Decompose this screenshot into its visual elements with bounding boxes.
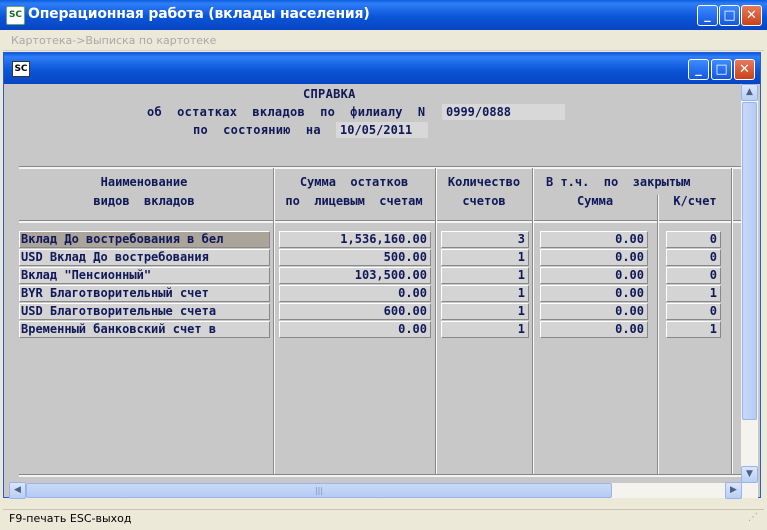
branch-number: 0999/0888 — [442, 104, 565, 120]
horizontal-scroll-thumb[interactable]: ||| — [26, 483, 612, 498]
col-divider-5 — [731, 168, 733, 474]
row-sum: 103,500.00 — [279, 267, 431, 284]
scroll-right-icon[interactable]: ▶ — [725, 482, 742, 499]
scroll-down-icon[interactable]: ▼ — [741, 466, 758, 483]
scroll-left-icon[interactable]: ◀ — [9, 482, 26, 499]
row-closed-sum: 0.00 — [540, 249, 648, 266]
row-name[interactable]: Временный банковский счет в — [19, 321, 270, 338]
row-name[interactable]: Вклад "Пенсионный" — [19, 267, 270, 284]
col-header-sum-1: Сумма остатков — [299, 175, 409, 189]
horizontal-scrollbar[interactable]: ◀ ||| ▶ — [9, 482, 742, 499]
col-header-closed: В т.ч. по закрытым — [546, 175, 691, 189]
header-bottom-line — [19, 220, 742, 223]
row-count: 1 — [441, 285, 529, 302]
col-header-sum-2: по лицевым счетам — [285, 194, 423, 208]
report-subtitle: об остатках вкладов по филиалу N — [147, 105, 426, 119]
scroll-up-icon[interactable]: ▲ — [741, 84, 758, 101]
row-count: 1 — [441, 249, 529, 266]
row-closed-sum: 0.00 — [540, 303, 648, 320]
row-closed-count: 0 — [666, 231, 721, 248]
main-window: SC Операционная работа (вклады населения… — [0, 0, 767, 530]
row-sum: 500.00 — [279, 249, 431, 266]
inner-title-bar[interactable]: SC _ □ ✕ — [4, 53, 760, 84]
f9-hint: -печать — [22, 512, 70, 525]
row-count: 1 — [441, 303, 529, 320]
date-label: по состоянию на — [193, 123, 321, 137]
row-closed-sum: 0.00 — [540, 285, 648, 302]
report-window: SC _ □ ✕ СПРАВКА об остатках вкладов по … — [3, 52, 761, 499]
esc-hint: -выход — [91, 512, 132, 525]
status-bar: F9-печать ESC-выход ⋰ — [3, 509, 764, 527]
close-button[interactable]: ✕ — [741, 5, 762, 26]
report-date: 10/05/2011 — [336, 122, 428, 138]
row-closed-sum: 0.00 — [540, 321, 648, 338]
row-closed-sum: 0.00 — [540, 231, 648, 248]
row-closed-count: 0 — [666, 249, 721, 266]
inner-app-icon: SC — [12, 61, 30, 77]
col-header-name-2: видов вкладов — [93, 194, 195, 208]
col-divider-4 — [657, 195, 659, 474]
col-header-count-1: Количество — [447, 175, 521, 189]
col-header-count-2: счетов — [462, 194, 506, 208]
header-top-line — [19, 166, 742, 169]
table-bottom-line — [19, 474, 742, 477]
col-header-name-1: Наименование — [100, 175, 188, 189]
row-closed-count: 0 — [666, 303, 721, 320]
report-heading: СПРАВКА — [303, 87, 356, 101]
col-divider-3 — [532, 168, 534, 474]
row-name[interactable]: BYR Благотворительный счет — [19, 285, 270, 302]
row-closed-sum: 0.00 — [540, 267, 648, 284]
app-icon: SC — [6, 6, 25, 25]
row-sum: 0.00 — [279, 285, 431, 302]
esc-key: ESC — [69, 512, 92, 525]
col-divider-2 — [435, 168, 437, 474]
col-header-closed-count: К/счет — [673, 194, 717, 208]
vertical-scrollbar[interactable]: ▲ ▼ — [741, 84, 758, 498]
row-sum: 0.00 — [279, 321, 431, 338]
breadcrumb: Картотека->Выписка по картотеке — [3, 31, 764, 51]
row-name[interactable]: Вклад До востребования в бел — [19, 231, 270, 248]
row-sum: 1,536,160.00 — [279, 231, 431, 248]
row-count: 1 — [441, 321, 529, 338]
row-count: 1 — [441, 267, 529, 284]
row-closed-count: 0 — [666, 267, 721, 284]
maximize-button[interactable]: □ — [719, 5, 740, 26]
title-bar[interactable]: SC Операционная работа (вклады населения… — [0, 0, 767, 30]
col-header-closed-sum: Сумма — [576, 194, 614, 208]
inner-minimize-button[interactable]: _ — [688, 59, 709, 80]
minimize-button[interactable]: _ — [697, 5, 718, 26]
row-name[interactable]: USD Благотворительные счета — [19, 303, 270, 320]
vertical-scroll-thumb[interactable] — [742, 102, 757, 420]
inner-close-button[interactable]: ✕ — [734, 59, 755, 80]
col-divider-1 — [273, 168, 275, 474]
window-title: Операционная работа (вклады населения) — [28, 6, 370, 22]
resize-grip-icon[interactable]: ⋰ — [748, 512, 760, 524]
row-count: 3 — [441, 231, 529, 248]
inner-maximize-button[interactable]: □ — [711, 59, 732, 80]
report-area: СПРАВКА об остатках вкладов по филиалу N… — [9, 84, 742, 483]
row-closed-count: 1 — [666, 321, 721, 338]
row-sum: 600.00 — [279, 303, 431, 320]
row-closed-count: 1 — [666, 285, 721, 302]
f9-key: F9 — [9, 512, 23, 525]
row-name[interactable]: USD Вклад До востребования — [19, 249, 270, 266]
